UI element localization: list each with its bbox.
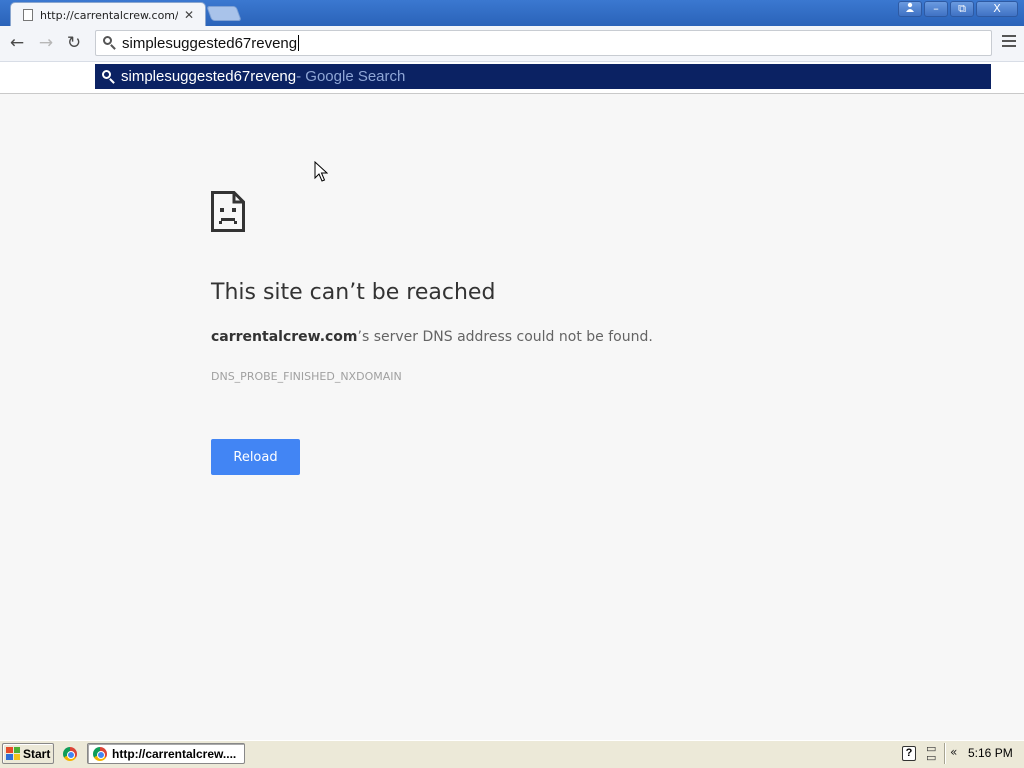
title-bar: http://carrentalcrew.com/store ✕ – ⧉ X [0,0,1024,27]
back-button[interactable]: ← [7,33,27,53]
restore-button[interactable]: ⧉ [950,1,974,17]
taskbar-item-label: http://carrentalcrew.... [112,746,237,761]
reload-button[interactable]: Reload [211,439,300,475]
new-tab-button[interactable] [206,6,242,21]
forward-button[interactable]: → [36,33,56,53]
mouse-cursor-icon [314,161,328,182]
search-icon [98,32,120,54]
windows-flag-icon [6,747,20,760]
close-button[interactable]: X [976,1,1018,17]
profile-button[interactable] [898,1,922,17]
help-tray-icon[interactable]: ? [902,746,916,761]
page-icon [23,9,33,21]
browser-toolbar: ← → ↻ simplesuggested67reveng [0,26,1024,62]
suggestion-query: simplesuggested67reveng [121,68,297,85]
tray-expand-button[interactable]: « [950,745,957,759]
tray-divider [944,743,946,764]
tab-close-icon[interactable]: ✕ [184,8,194,22]
address-input[interactable]: simplesuggested67reveng [120,35,297,52]
suggestion-suffix: - Google Search [296,68,406,85]
sad-page-icon [211,191,245,232]
error-description: carrentalcrew.com’s server DNS address c… [211,329,653,345]
system-clock[interactable]: 5:16 PM [968,746,1013,760]
address-bar[interactable]: simplesuggested67reveng [95,30,992,56]
error-code: DNS_PROBE_FINISHED_NXDOMAIN [211,370,402,383]
error-description-text: ’s server DNS address could not be found… [357,329,653,345]
chrome-quicklaunch-icon[interactable] [63,747,77,761]
menu-icon[interactable] [1002,35,1016,49]
minimize-button[interactable]: – [924,1,948,17]
error-domain: carrentalcrew.com [211,329,358,345]
browser-tab[interactable]: http://carrentalcrew.com/store ✕ [10,2,206,27]
taskbar-item-browser[interactable]: http://carrentalcrew.... [87,743,245,764]
search-suggestion[interactable]: simplesuggested67reveng - Google Search [95,64,991,89]
start-label: Start [23,746,51,761]
error-title: This site can’t be reached [211,280,496,305]
chrome-icon [93,746,107,761]
user-icon [906,2,914,12]
text-caret [298,35,300,51]
reload-toolbar-button[interactable]: ↻ [64,33,84,53]
network-tray-icon[interactable]: ▭ ▭ [926,743,936,763]
search-icon [97,66,119,88]
tab-title: http://carrentalcrew.com/store [40,8,178,22]
start-button[interactable]: Start [2,743,54,764]
window-controls: – ⧉ X [898,1,1018,17]
